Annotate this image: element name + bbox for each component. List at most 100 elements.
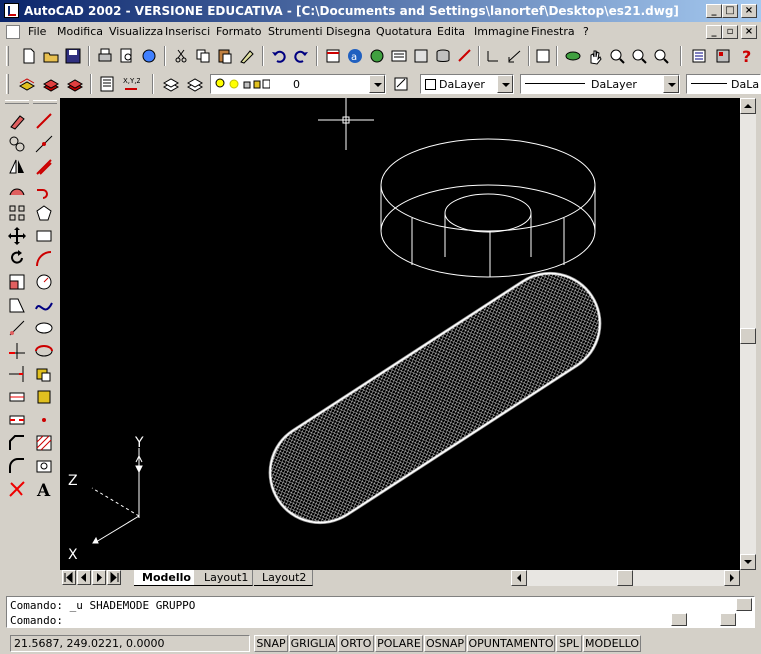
scroll-down-button[interactable] <box>740 554 756 570</box>
menu-file[interactable]: File <box>28 25 46 38</box>
chevron-down-icon[interactable] <box>497 75 513 93</box>
explode-icon[interactable] <box>7 479 27 499</box>
circle-icon[interactable] <box>34 272 54 292</box>
design-center-grid-icon[interactable] <box>412 47 430 65</box>
fillet-icon[interactable] <box>7 456 27 476</box>
command-window[interactable]: Comando: _u SHADEMODE GRUPPO Comando: <box>6 596 755 628</box>
chevron-down-icon[interactable] <box>369 75 385 93</box>
spline-icon[interactable] <box>34 295 54 315</box>
autocad-app-icon[interactable] <box>4 3 19 18</box>
toolbar-grip[interactable] <box>6 46 9 66</box>
today-icon[interactable] <box>324 47 342 65</box>
model-space-toggle[interactable]: MODELLO <box>583 635 641 652</box>
scroll-right-button[interactable] <box>724 570 740 586</box>
scroll-left-button[interactable] <box>511 570 527 586</box>
menu-visualizza[interactable]: Visualizza <box>109 25 163 38</box>
zoom-realtime-icon[interactable] <box>608 47 626 65</box>
polyline-icon[interactable] <box>34 180 54 200</box>
polygon-icon[interactable] <box>34 203 54 223</box>
chevron-down-icon[interactable] <box>663 75 679 93</box>
menu-disegna[interactable]: Disegna <box>326 25 371 38</box>
menu-edita[interactable]: Edita <box>437 25 465 38</box>
new-file-icon[interactable] <box>20 47 38 65</box>
make-block-icon[interactable] <box>34 387 54 407</box>
layer-states-icon[interactable] <box>186 75 204 93</box>
tab-first-button[interactable] <box>62 570 76 585</box>
scroll-up-button[interactable] <box>740 98 756 114</box>
layer-manager-icon[interactable] <box>162 75 180 93</box>
insert-block-icon[interactable] <box>34 364 54 384</box>
ortho-toggle[interactable]: ORTO <box>338 635 374 652</box>
vertical-scroll-thumb[interactable] <box>740 328 756 344</box>
stretch-icon[interactable] <box>7 295 27 315</box>
match-properties-icon[interactable] <box>238 47 256 65</box>
horizontal-scrollbar[interactable] <box>511 570 740 586</box>
command-scroll-right[interactable] <box>720 613 736 626</box>
zoom-window-icon[interactable] <box>630 47 648 65</box>
print-preview-icon[interactable] <box>118 47 136 65</box>
array-icon[interactable] <box>7 203 27 223</box>
construction-line-icon[interactable] <box>34 134 54 154</box>
drawing-area[interactable]: Y Z X <box>60 98 740 570</box>
ucs-icon[interactable] <box>484 47 502 65</box>
otrack-toggle[interactable]: OPUNTAMENTO <box>467 635 555 652</box>
layer-to-current-icon[interactable] <box>392 75 410 93</box>
extend-icon[interactable] <box>7 364 27 384</box>
osnap-toggle[interactable]: OSNAP <box>424 635 466 652</box>
tab-modello[interactable]: Modello <box>134 570 194 586</box>
menu-modifica[interactable]: Modifica <box>57 25 103 38</box>
menu-inserisci[interactable]: Inserisci <box>165 25 210 38</box>
save-icon[interactable] <box>64 47 82 65</box>
design-center-icon[interactable] <box>368 47 386 65</box>
trim-icon[interactable] <box>7 341 27 361</box>
document-icon[interactable] <box>6 25 20 39</box>
menu-quotatura[interactable]: Quotatura <box>376 25 432 38</box>
meet-now-icon[interactable]: a <box>346 47 364 65</box>
multiline-text-icon[interactable]: A <box>34 479 54 499</box>
chamfer-icon[interactable] <box>7 433 27 453</box>
tab-layout2[interactable]: Layout2 <box>254 570 313 586</box>
dbconnect-icon[interactable] <box>434 47 452 65</box>
region-icon[interactable] <box>34 456 54 476</box>
mirror-icon[interactable] <box>7 157 27 177</box>
pan-eye-icon[interactable] <box>564 47 582 65</box>
offset-icon[interactable] <box>7 180 27 200</box>
line-icon[interactable] <box>34 111 54 131</box>
linetype-dropdown[interactable]: DaLayer <box>520 74 680 94</box>
menu-finestra[interactable]: Finestra <box>531 25 575 38</box>
horizontal-scroll-thumb[interactable] <box>617 570 633 586</box>
command-scroll-up[interactable] <box>736 598 752 611</box>
break-icon[interactable] <box>7 387 27 407</box>
ellipse-icon[interactable] <box>34 318 54 338</box>
polar-toggle[interactable]: POLARE <box>375 635 423 652</box>
doc-minimize-button[interactable]: _ <box>706 25 722 39</box>
point-icon[interactable] <box>34 410 54 430</box>
open-folder-icon[interactable] <box>42 47 60 65</box>
menu-immagine[interactable]: Immagine <box>474 25 529 38</box>
layer-previous-icon[interactable] <box>66 75 84 93</box>
layer-dropdown[interactable]: 0 <box>210 74 386 94</box>
cut-icon[interactable] <box>172 47 190 65</box>
menu-strumenti[interactable]: Strumenti <box>268 25 323 38</box>
break-at-point-icon[interactable] <box>7 410 27 430</box>
lineweight-toggle[interactable]: SPL <box>556 635 582 652</box>
design-center-palette-icon[interactable] <box>714 47 732 65</box>
pan-hand-icon[interactable] <box>586 47 604 65</box>
hatch-icon[interactable] <box>34 433 54 453</box>
distance-icon[interactable] <box>506 47 524 65</box>
snap-toggle[interactable]: SNAP <box>254 635 288 652</box>
list-icon[interactable] <box>98 75 116 93</box>
redo-icon[interactable] <box>292 47 310 65</box>
grid-toggle[interactable]: GRIGLIA <box>289 635 337 652</box>
lengthen-icon[interactable] <box>7 318 27 338</box>
tab-previous-button[interactable] <box>77 570 91 585</box>
copy-icon[interactable] <box>194 47 212 65</box>
color-dropdown[interactable]: DaLayer <box>420 74 514 94</box>
ellipse-arc-icon[interactable] <box>34 341 54 361</box>
paste-icon[interactable] <box>216 47 234 65</box>
vertical-scrollbar[interactable] <box>740 98 756 570</box>
coordinate-display[interactable]: 21.5687, 249.0221, 0.0000 <box>10 635 250 652</box>
command-prompt[interactable]: Comando: <box>10 614 63 627</box>
menu-help[interactable]: ? <box>583 25 589 38</box>
minimize-button[interactable]: _ <box>706 4 722 18</box>
